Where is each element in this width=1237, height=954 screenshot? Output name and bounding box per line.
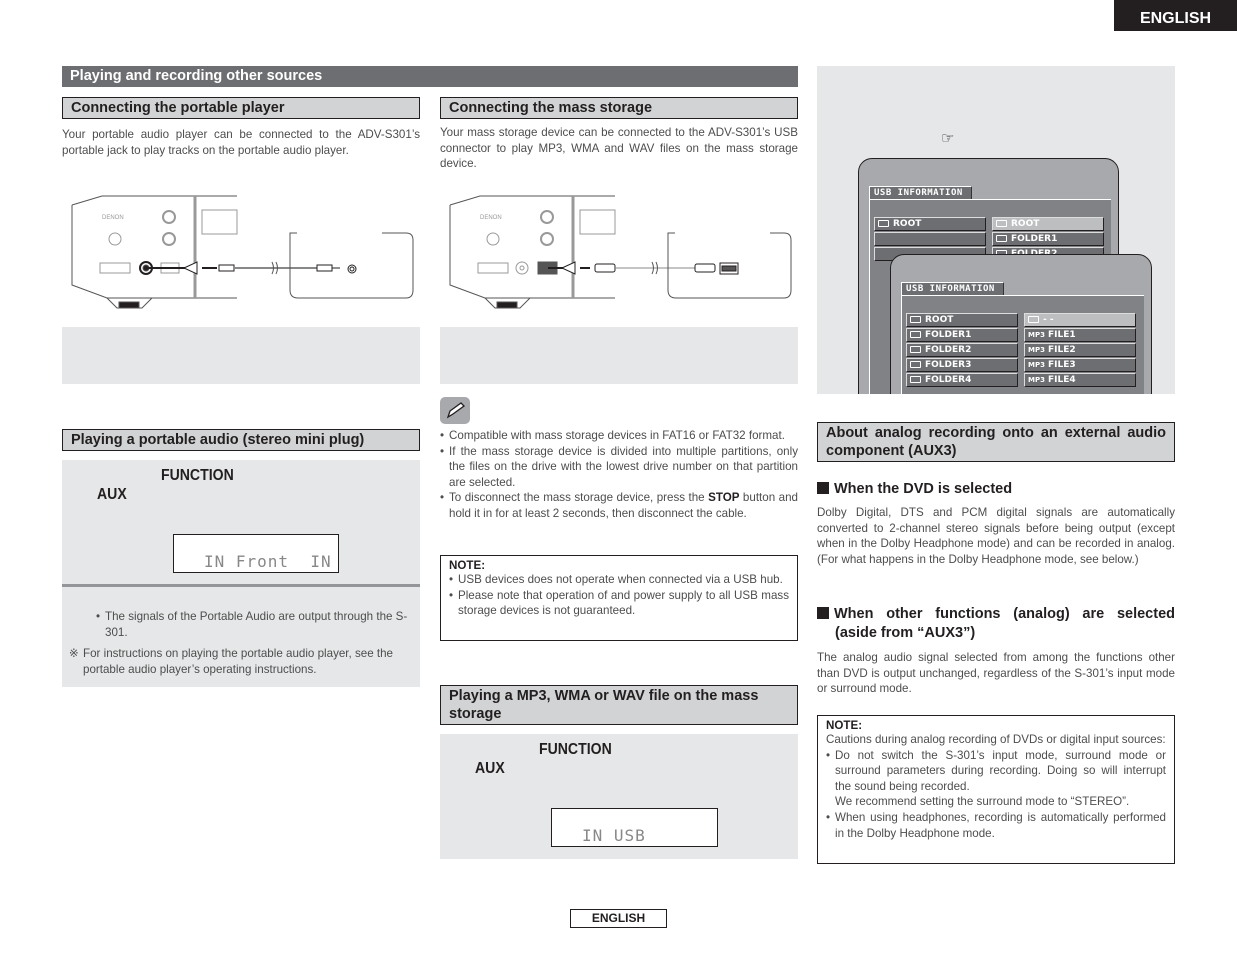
other-functions-heading: When other functions (analog) are select… <box>817 605 1175 643</box>
play-usb-heading: Playing a MP3, WMA or WAV file on the ma… <box>440 685 798 725</box>
portable-heading: Connecting the portable player <box>62 97 420 119</box>
play-portable-steps-panel: FUNCTION AUX IN Front IN <box>62 460 420 586</box>
osd-left-row[interactable]: ROOT <box>874 217 986 231</box>
square-bullet-icon <box>817 482 829 494</box>
osd-illustration-panel: ☞ USB INFORMATION ROOT ROOT FOLDER1 FOLD… <box>817 66 1175 394</box>
function-button-label: FUNCTION <box>539 741 612 758</box>
play-portable-notes-panel: The signals of the Portable Audio are ou… <box>62 587 420 687</box>
memo-item: To disconnect the mass storage device, p… <box>440 490 798 521</box>
stop-key-label: STOP <box>708 491 740 505</box>
portable-blank-panel <box>62 327 420 384</box>
cable <box>146 261 357 275</box>
footer-language-label: ENGLISH <box>570 909 667 928</box>
osd-screen-front: USB INFORMATION ROOT FOLDER1 FOLDER2 FOL… <box>890 254 1152 394</box>
osd-folder-row[interactable]: FOLDER2 <box>906 343 1018 357</box>
mass-storage-intro: Your mass storage device can be connecte… <box>440 126 798 171</box>
memo-item: Compatible with mass storage devices in … <box>440 428 798 444</box>
note-item: When using headphones, recording is auto… <box>826 810 1166 841</box>
language-tab: ENGLISH <box>1114 0 1237 31</box>
square-bullet-icon <box>817 607 829 619</box>
lcd-display: IN Front IN <box>173 534 339 573</box>
other-functions-text: The analog audio signal selected from am… <box>817 651 1175 696</box>
dvd-selected-heading: When the DVD is selected <box>817 480 1175 499</box>
receiver-unit: DENON <box>449 195 616 309</box>
memo-list: Compatible with mass storage devices in … <box>440 428 798 522</box>
dvd-selected-text: Dolby Digital, DTS and PCM digital signa… <box>817 506 1175 566</box>
osd-right-row[interactable]: FOLDER1 <box>992 232 1104 246</box>
receiver-unit: DENON <box>71 195 238 309</box>
osd-file-row[interactable]: MP3 FILE1 <box>1024 328 1136 342</box>
portable-reference-note: For instructions on playing the portable… <box>83 647 394 676</box>
memo-text: To disconnect the mass storage device, p… <box>449 491 709 505</box>
note-intro: Cautions during analog recording of DVDs… <box>826 733 1166 746</box>
pointing-hand-icon: ☞ <box>941 130 955 147</box>
osd-folder-row[interactable]: FOLDER1 <box>906 328 1018 342</box>
brand-label: DENON <box>102 215 124 221</box>
osd-right-row[interactable]: ROOT <box>992 217 1104 231</box>
portable-intro: Your portable audio player can be connec… <box>62 128 420 157</box>
play-usb-steps-panel: FUNCTION AUX IN USB <box>440 734 798 859</box>
usb-connection-diagram: DENON <box>449 195 792 309</box>
analog-heading: About analog recording onto an external … <box>817 422 1175 462</box>
lcd-display: IN USB <box>551 808 718 847</box>
note-item: Do not switch the S-301’s input mode, su… <box>826 748 1166 810</box>
play-portable-heading: Playing a portable audio (stereo mini pl… <box>62 429 420 451</box>
note-title: NOTE: <box>826 719 863 732</box>
section-title: Playing and recording other sources <box>62 66 798 87</box>
pencil-icon <box>440 397 470 424</box>
mass-storage-heading: Connecting the mass storage <box>440 97 798 119</box>
function-button-label: FUNCTION <box>161 467 234 484</box>
analog-note-box: NOTE: Cautions during analog recording o… <box>817 715 1175 864</box>
usb-cable <box>548 261 739 275</box>
portable-output-bullet: The signals of the Portable Audio are ou… <box>96 609 416 640</box>
osd-file-row[interactable]: MP3 FILE3 <box>1024 358 1136 372</box>
note-item: Please note that operation of and power … <box>449 588 789 619</box>
osd-file-row[interactable]: MP3 FILE2 <box>1024 343 1136 357</box>
memo-item: If the mass storage device is divided in… <box>440 444 798 491</box>
portable-connection-diagram: DENON <box>71 195 414 309</box>
osd-folder-row[interactable]: FOLDER4 <box>906 373 1018 387</box>
usb-note-box: NOTE: USB devices does not operate when … <box>440 555 798 641</box>
note-item: USB devices does not operate when connec… <box>449 572 789 588</box>
osd-left-row[interactable] <box>874 232 986 246</box>
osd-file-row[interactable]: MP3 FILE4 <box>1024 373 1136 387</box>
osd-title: USB INFORMATION <box>901 282 1004 296</box>
brand-label: DENON <box>480 215 502 221</box>
osd-folder-row[interactable]: FOLDER3 <box>906 358 1018 372</box>
note-title: NOTE: <box>449 559 486 572</box>
usb-blank-panel <box>440 327 798 384</box>
aux-label: AUX <box>475 760 505 777</box>
aux-label: AUX <box>97 486 127 503</box>
osd-title: USB INFORMATION <box>869 186 972 200</box>
reference-mark: ※ <box>69 647 79 660</box>
osd-folder-row[interactable]: ROOT <box>906 313 1018 327</box>
osd-parent-row[interactable]: - - <box>1024 313 1136 327</box>
